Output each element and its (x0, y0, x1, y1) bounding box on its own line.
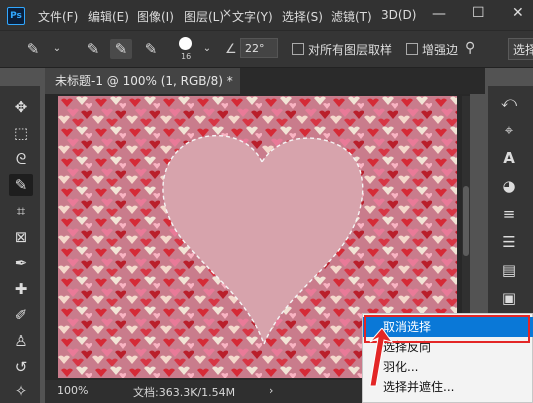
libraries-icon[interactable]: ▣ (496, 286, 522, 310)
crop-icon[interactable]: ⌗ (9, 200, 33, 222)
quick-selection-preset-icon[interactable]: ✎ (22, 39, 44, 59)
history-icon[interactable]: ⤺ (496, 90, 522, 114)
minimize-icon[interactable]: — (432, 6, 446, 22)
menu-3d[interactable]: 3D(D) (381, 8, 416, 22)
color-palette-icon[interactable]: ◕ (496, 174, 522, 198)
frame-icon[interactable]: ⊠ (9, 226, 33, 248)
document-info: 文档:363.3K/1.54M (133, 386, 236, 399)
angle-field[interactable]: 22° (240, 38, 278, 58)
menu-edit[interactable]: 编辑(E) (88, 8, 129, 25)
subtract-selection-brush-icon[interactable]: ✎ (140, 39, 162, 59)
gradient-icon[interactable]: ▤ (496, 258, 522, 282)
chevron-down-icon[interactable]: ⌄ (46, 39, 68, 59)
search-icon[interactable]: ⚲ (465, 40, 475, 56)
menu-layer[interactable]: 图层(L) (184, 8, 224, 25)
brushes-icon[interactable]: ≡ (496, 202, 522, 226)
lasso-icon[interactable]: ᘓ (9, 148, 33, 170)
healing-icon[interactable]: ✚ (9, 278, 33, 300)
move-icon[interactable]: ✥ (9, 96, 33, 118)
menu-type[interactable]: 文字(Y) (232, 8, 273, 25)
brush-preview-icon[interactable] (179, 37, 192, 50)
new-selection-brush-icon[interactable]: ✎ (82, 39, 104, 59)
enhance-edge-checkbox[interactable] (406, 43, 418, 55)
marquee-icon[interactable]: ⬚ (9, 122, 33, 144)
eraser-icon[interactable]: ✧ (9, 380, 33, 402)
quick-selection-icon[interactable]: ✎ (9, 174, 33, 196)
brush-icon[interactable]: ✐ (9, 304, 33, 326)
menu-bar: Ps 文件(F) 编辑(E) 图像(I) 图层(L) 文字(Y) 选择(S) 滤… (0, 0, 533, 30)
annotation-arrow-icon (369, 328, 394, 387)
history-brush-icon[interactable]: ↺ (9, 356, 33, 378)
menu-file[interactable]: 文件(F) (38, 8, 78, 25)
brush-size-value: 16 (181, 52, 192, 61)
menu-select[interactable]: 选择(S) (282, 8, 323, 25)
angle-icon: ∠ (225, 42, 237, 57)
sample-all-layers-checkbox[interactable] (292, 43, 304, 55)
close-tab-icon[interactable]: × (222, 6, 232, 20)
maximize-icon[interactable]: ☐ (472, 5, 485, 21)
close-window-icon[interactable]: ✕ (512, 5, 524, 21)
select-subject-button[interactable]: 选择 (508, 38, 533, 60)
adjustments-icon[interactable]: ☰ (496, 230, 522, 254)
tab-document[interactable]: 未标题-1 @ 100% (1, RGB/8) * (45, 68, 240, 94)
stamp-icon[interactable]: ♙ (9, 330, 33, 352)
zoom-level[interactable]: 100% (57, 384, 88, 397)
menu-image[interactable]: 图像(I) (137, 8, 174, 25)
add-to-selection-brush-icon[interactable]: ✎ (110, 39, 132, 59)
menu-filter[interactable]: 滤镜(T) (331, 8, 372, 25)
status-arrow-icon[interactable]: › (269, 384, 273, 397)
character-icon[interactable]: A (496, 146, 522, 170)
toolbox: ✥ ⬚ ᘓ ✎ ⌗ ⊠ ✒ ✚ ✐ ♙ ↺ ✧ (0, 86, 40, 403)
options-bar: ✎ ⌄ ✎ ✎ ✎ 16 ⌄ ∠ 22° 对所有图层取样 增强边 ⚲ 选择 (0, 30, 533, 68)
photoshop-logo[interactable]: Ps (7, 7, 25, 25)
paths-icon[interactable]: ⌖ (496, 118, 522, 142)
scroll-thumb[interactable] (463, 186, 469, 256)
eyedropper-icon[interactable]: ✒ (9, 252, 33, 274)
document-tab-bar: 未标题-1 @ 100% (1, RGB/8) * (45, 68, 485, 94)
brush-chevron-down-icon[interactable]: ⌄ (196, 39, 218, 59)
enhance-edge-label: 增强边 (422, 43, 459, 57)
sample-all-layers-label: 对所有图层取样 (308, 43, 393, 57)
